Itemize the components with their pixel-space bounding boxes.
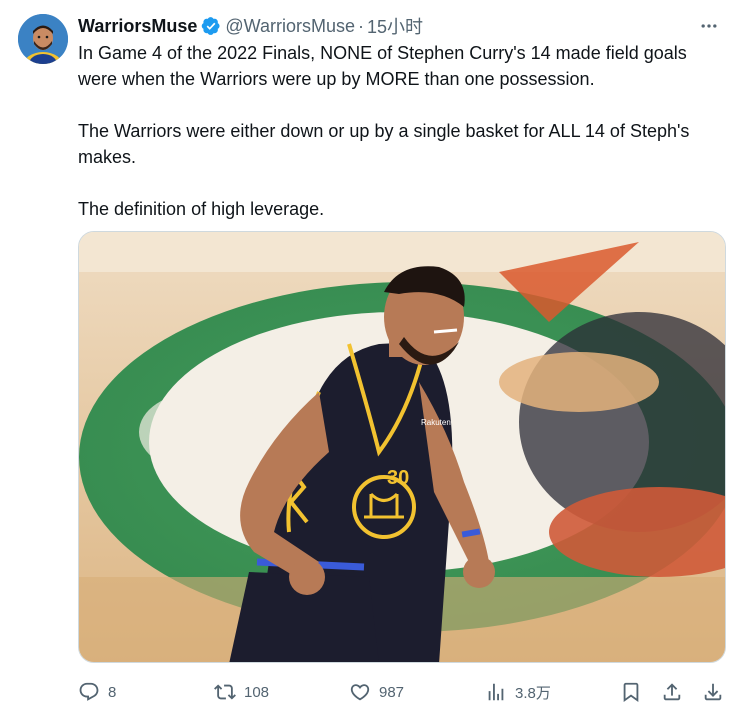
like-icon [350, 684, 370, 701]
bookmark-button[interactable] [620, 678, 642, 706]
timestamp[interactable]: 15小时 [367, 13, 423, 39]
tweet-image[interactable]: 30 Rakuten [78, 231, 726, 663]
retweet-icon [214, 684, 236, 700]
header-separator: · [358, 15, 364, 36]
verified-badge-icon [201, 16, 221, 36]
action-bar: 8 108 987 3.8万 [78, 678, 728, 706]
tweet-paragraph: The definition of high leverage. [78, 199, 325, 219]
views-icon [488, 683, 504, 701]
reply-icon [79, 682, 99, 701]
share-icon [663, 683, 681, 701]
download-button[interactable] [702, 678, 724, 706]
bookmark-icon [623, 682, 639, 703]
download-icon [704, 683, 722, 701]
more-icon[interactable] [694, 14, 724, 38]
tweet-paragraph: In Game 4 of the 2022 Finals, NONE of St… [78, 43, 687, 89]
views-button[interactable]: 3.8万 [485, 678, 551, 706]
share-button[interactable] [661, 678, 683, 706]
reply-button[interactable]: 8 [78, 678, 116, 706]
tweet-card: WarriorsMuse @WarriorsMuse · 15小时 In Gam… [0, 0, 742, 719]
user-handle[interactable]: @WarriorsMuse [225, 16, 355, 37]
jersey-sponsor: Rakuten [421, 418, 451, 427]
display-name[interactable]: WarriorsMuse [78, 16, 197, 37]
reply-count: 8 [108, 683, 117, 701]
like-button[interactable]: 987 [349, 678, 404, 706]
retweet-button[interactable]: 108 [214, 678, 269, 706]
jersey-number: 30 [387, 467, 409, 489]
like-count: 987 [379, 683, 405, 701]
retweet-count: 108 [244, 683, 270, 701]
tweet-paragraph: The Warriors were either down or up by a… [78, 121, 690, 167]
tweet-text: In Game 4 of the 2022 Finals, NONE of St… [78, 40, 728, 222]
avatar[interactable] [18, 14, 68, 64]
view-count: 3.8万 [515, 684, 551, 702]
tweet-header: WarriorsMuse @WarriorsMuse · 15小时 [78, 14, 728, 38]
